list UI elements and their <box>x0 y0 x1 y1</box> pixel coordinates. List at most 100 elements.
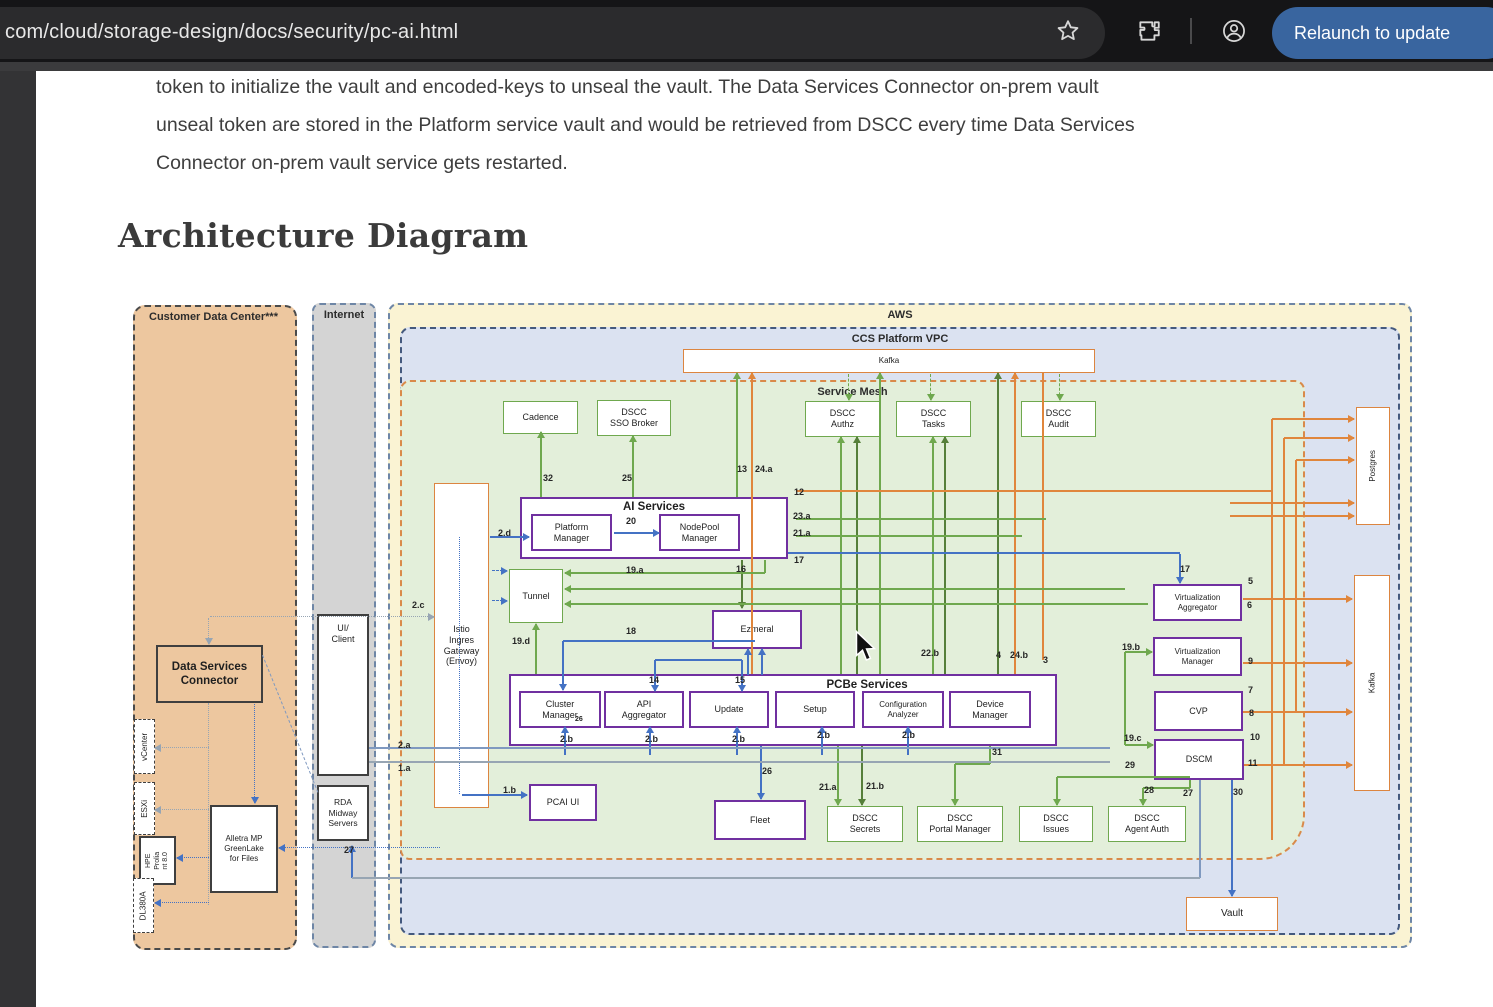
edge <box>565 572 765 574</box>
edge <box>1271 419 1273 840</box>
node-label-tunnel: Tunnel <box>522 591 549 602</box>
arrowhead <box>523 533 530 541</box>
edge <box>861 746 863 805</box>
arrowhead <box>738 685 746 692</box>
relaunch-to-update-button[interactable]: Relaunch to update <box>1272 7 1493 59</box>
edge <box>352 877 1200 879</box>
edge-label-2.d: 2.d <box>498 528 511 538</box>
edge <box>932 437 934 674</box>
node-label-ezmeral: Ezmeral <box>740 624 773 635</box>
node-label-pcai-ui: PCAI UI <box>547 797 580 808</box>
edge-label-19.d: 19.d <box>512 636 530 646</box>
edge-label-14: 14 <box>649 675 659 685</box>
arrowhead <box>1348 512 1355 520</box>
edge-label-2.a: 2.a <box>398 740 411 750</box>
edge <box>540 432 542 497</box>
edge-label-5: 5 <box>1248 576 1253 586</box>
arrowhead <box>501 567 508 575</box>
arrowhead <box>929 436 937 443</box>
arrowhead <box>757 793 765 800</box>
container-label-internet: Internet <box>314 309 374 321</box>
node-label-dscc-audit: DSCC Audit <box>1046 408 1072 430</box>
edge <box>565 588 1125 590</box>
edge <box>1283 438 1285 765</box>
edge <box>796 535 1022 537</box>
node-label-dscc-agent-auth: DSCC Agent Auth <box>1125 813 1169 835</box>
arrowhead <box>1011 372 1019 379</box>
node-label-dscm: DSCM <box>1186 754 1213 765</box>
node-update: Update <box>689 691 769 728</box>
arrowhead <box>564 585 571 593</box>
edge-label-2.b: 2.b <box>560 734 573 744</box>
arrowhead <box>532 623 540 630</box>
edge <box>562 641 564 690</box>
edge-label-25: 25 <box>622 473 632 483</box>
edge-label-29: 29 <box>1125 760 1135 770</box>
arrowhead <box>1228 890 1236 897</box>
edge <box>1199 780 1201 878</box>
edge-label-31: 31 <box>992 747 1002 757</box>
node-label-dscc-portal-manager: DSCC Portal Manager <box>929 813 991 835</box>
arrowhead <box>1348 456 1355 464</box>
edge-label-19.a: 19.a <box>626 565 644 575</box>
edge-label-10: 10 <box>1250 732 1260 742</box>
edge-label-7: 7 <box>1248 685 1253 695</box>
edge <box>796 518 1046 520</box>
node-label-dl380a: DL380A <box>139 891 149 920</box>
edge <box>1272 418 1354 420</box>
arrowhead <box>941 436 949 443</box>
arrowhead <box>1176 577 1184 584</box>
extension-icon[interactable] <box>1136 18 1162 44</box>
node-kafka-right: Kafka <box>1354 575 1390 791</box>
node-setup: Setup <box>775 691 855 728</box>
toolbar-separator <box>1190 18 1192 44</box>
container-label-aws: AWS <box>390 309 1410 321</box>
arrowhead <box>858 799 866 806</box>
architecture-diagram: Customer Data Center***InternetAWSCCS Pl… <box>0 0 1493 1007</box>
edge <box>655 659 742 661</box>
edge-label-17: 17 <box>1180 564 1190 574</box>
edge <box>955 763 990 765</box>
edge-label-21.b: 21.b <box>866 781 884 791</box>
node-vcenter: vCenter <box>134 719 155 774</box>
arrowhead <box>278 844 285 852</box>
arrowhead <box>853 436 861 443</box>
star-icon[interactable] <box>1055 18 1081 44</box>
node-label-rda-midway-servers: RDA Midway Servers <box>328 797 357 828</box>
edge-label-13: 13 <box>737 464 747 474</box>
edge-label-30: 30 <box>1233 787 1243 797</box>
node-label-kafka-right: Kafka <box>1367 673 1377 693</box>
edge-label-2.c: 2.c <box>412 600 425 610</box>
url-text[interactable]: com/cloud/storage-design/docs/security/p… <box>5 21 458 44</box>
arrowhead <box>653 529 660 537</box>
edge <box>459 537 460 794</box>
edge <box>1057 776 1190 778</box>
arrowhead <box>758 648 766 655</box>
node-ui-client: UI/ Client <box>317 614 369 776</box>
arrowhead <box>428 613 435 621</box>
node-label-dscc-secrets: DSCC Secrets <box>850 813 881 835</box>
node-label-dscc-tasks: DSCC Tasks <box>921 408 947 430</box>
arrowhead <box>154 899 161 907</box>
edge-label-8: 8 <box>1249 708 1254 718</box>
node-label-fleet: Fleet <box>750 815 770 826</box>
node-dscc-issues: DSCC Issues <box>1019 806 1093 842</box>
node-dscc-audit: DSCC Audit <box>1021 401 1096 437</box>
edge-label-15: 15 <box>735 675 745 685</box>
edge-label-19.c: 19.c <box>1124 733 1142 743</box>
arrowhead <box>744 648 752 655</box>
edge <box>751 373 753 674</box>
edge-label-19.b: 19.b <box>1122 642 1140 652</box>
edge <box>1243 598 1352 600</box>
arrowhead <box>537 431 545 438</box>
edge <box>462 794 527 796</box>
node-tunnel: Tunnel <box>509 569 563 623</box>
arrowhead <box>994 372 1002 379</box>
edge-label-24.b: 24.b <box>1010 650 1028 660</box>
container-label-customer-dc: Customer Data Center*** <box>135 311 295 323</box>
node-pcai-ui: PCAI UI <box>529 784 597 821</box>
profile-icon[interactable] <box>1221 18 1247 44</box>
arrowhead <box>251 797 259 804</box>
arrowhead <box>521 791 528 799</box>
edge <box>1042 373 1044 660</box>
